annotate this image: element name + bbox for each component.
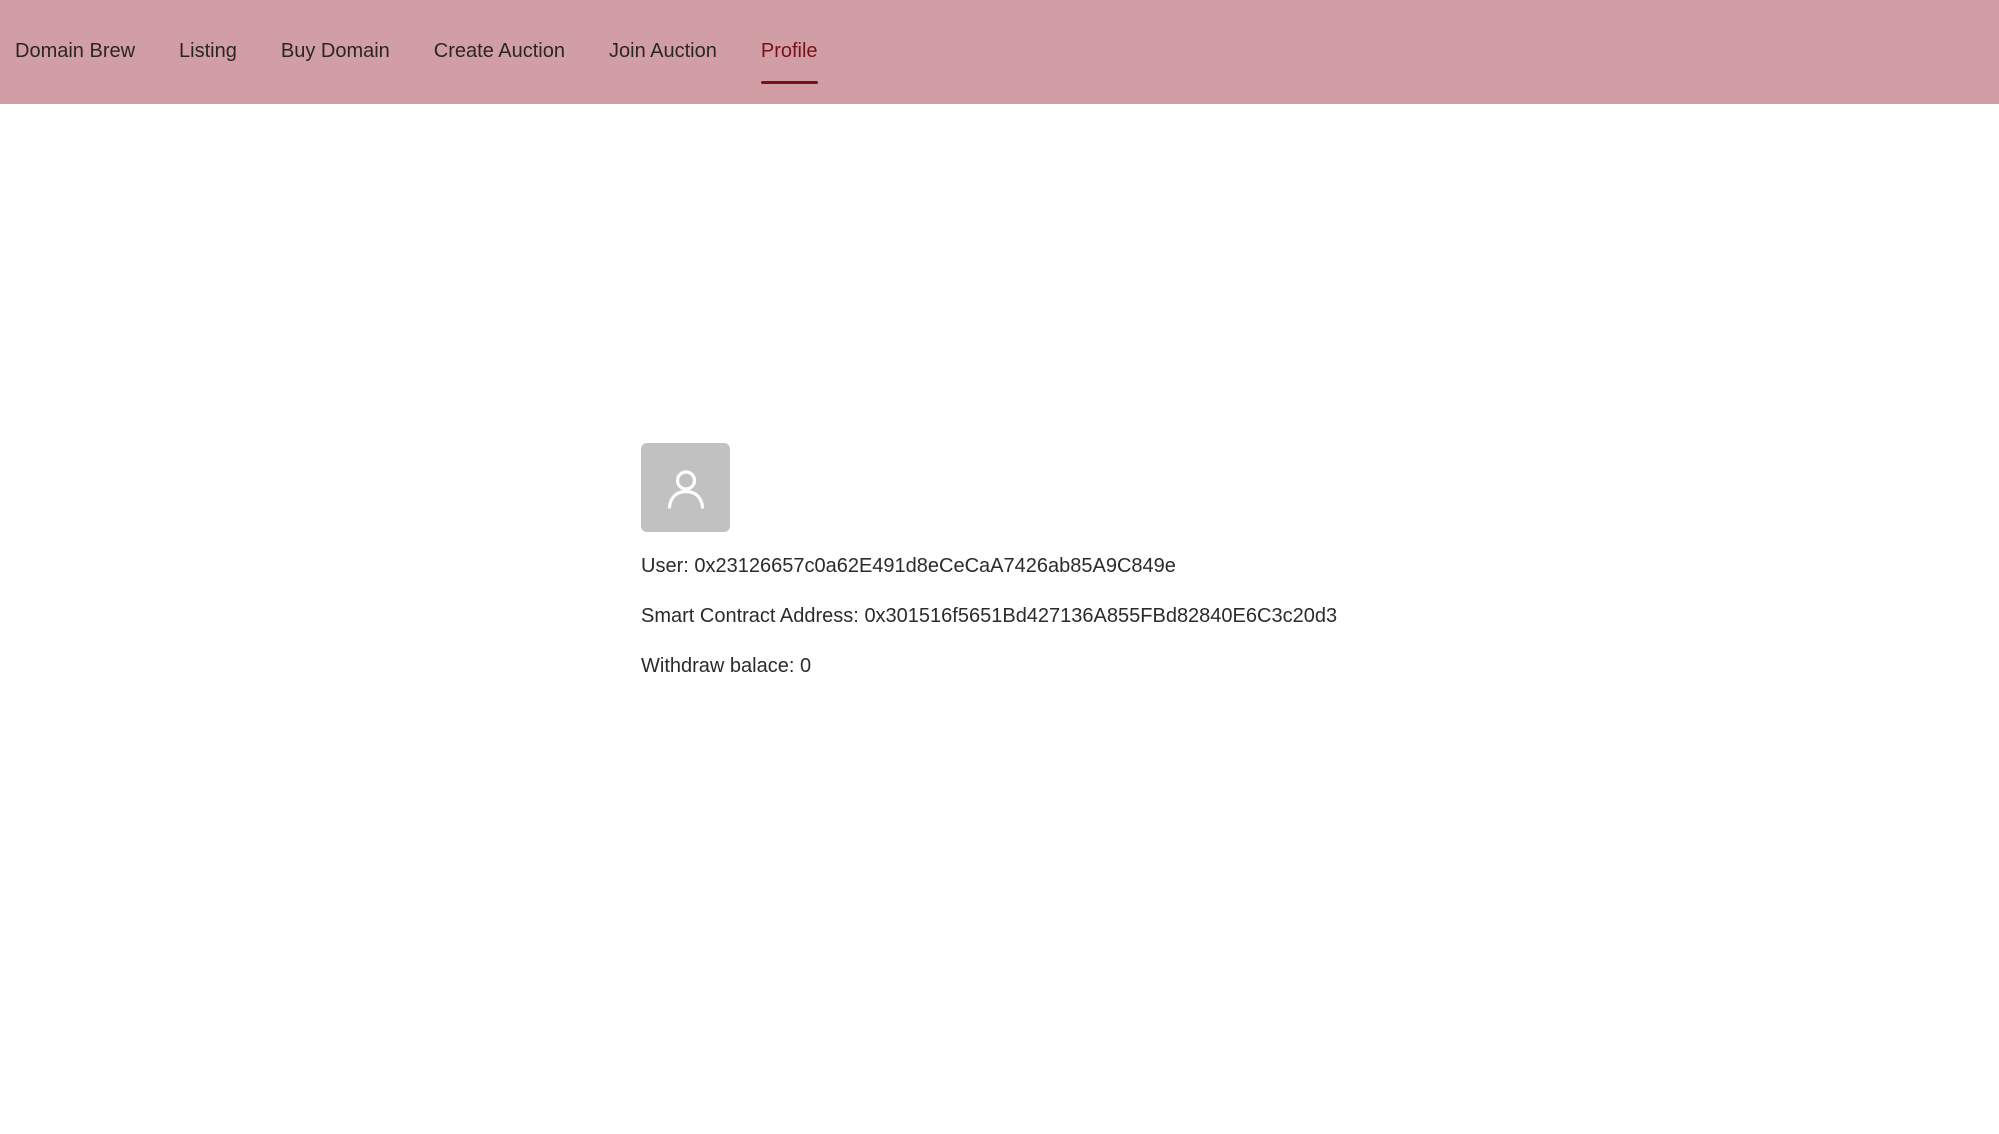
user-label: User:: [641, 555, 689, 577]
top-navigation-bar: Domain Brew Listing Buy Domain Create Au…: [0, 0, 1999, 104]
nav-item-label: Create Auction: [433, 39, 565, 62]
nav-item-label: Listing: [179, 39, 237, 62]
nav-item-buy-domain[interactable]: Buy Domain: [281, 0, 390, 104]
user-address-value: 0x23126657c0a62E491d8eCeCaA7426ab85A9C84…: [694, 555, 1176, 577]
withdraw-balance-line: Withdraw balace: 0: [641, 654, 1337, 678]
balance-label: Withdraw balace:: [641, 655, 795, 677]
nav-item-listing[interactable]: Listing: [179, 0, 237, 104]
contract-label: Smart Contract Address:: [641, 605, 859, 627]
nav-item-label: Domain Brew: [15, 39, 136, 62]
nav-item-label: Profile: [760, 39, 818, 62]
balance-value: 0: [799, 655, 812, 677]
nav-item-label: Join Auction: [609, 39, 717, 62]
nav-item-profile[interactable]: Profile: [760, 0, 818, 104]
user-address-line: User: 0x23126657c0a62E491d8eCeCaA7426ab8…: [641, 554, 1337, 578]
nav-item-create-auction[interactable]: Create Auction: [434, 0, 565, 104]
user-icon: [667, 469, 704, 509]
avatar: [641, 443, 730, 532]
contract-address-line: Smart Contract Address: 0x301516f5651Bd4…: [641, 604, 1337, 628]
nav-item-join-auction[interactable]: Join Auction: [609, 0, 717, 104]
contract-address-value: 0x301516f5651Bd427136A855FBd82840E6C3c20…: [864, 605, 1338, 627]
main-nav: Domain Brew Listing Buy Domain Create Au…: [0, 0, 862, 104]
nav-item-domain-brew[interactable]: Domain Brew: [15, 0, 135, 104]
profile-panel: User: 0x23126657c0a62E491d8eCeCaA7426ab8…: [641, 443, 1337, 678]
nav-item-label: Buy Domain: [280, 39, 390, 62]
